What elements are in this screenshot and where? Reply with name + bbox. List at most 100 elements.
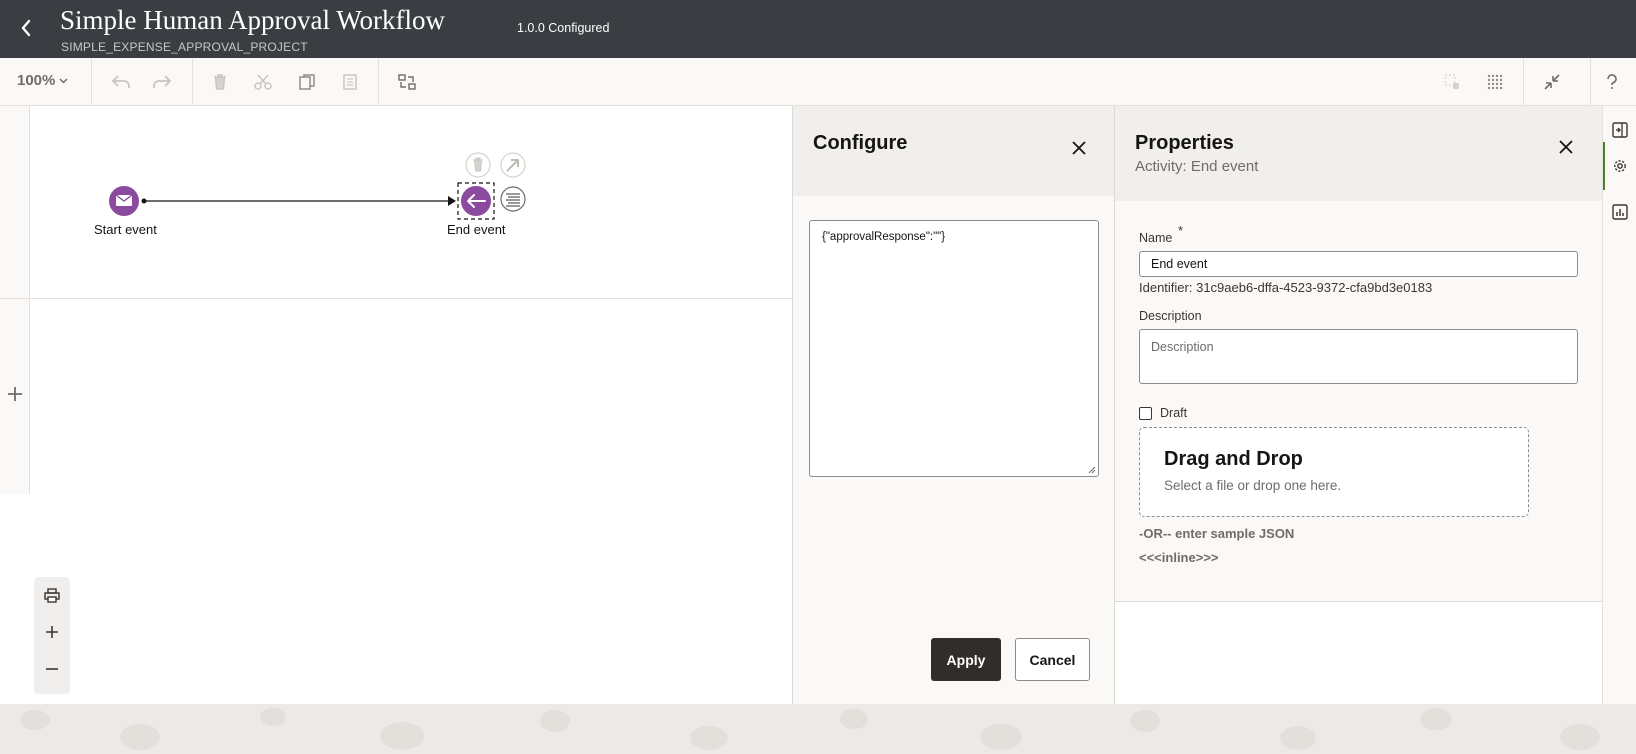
configure-panel: Configure {"approvalResponse":""} Apply … (792, 106, 1115, 704)
page-title: Simple Human Approval Workflow (60, 5, 446, 35)
envelope-icon (115, 194, 133, 206)
zoom-out-button[interactable] (42, 659, 62, 679)
flow-arrowhead (448, 196, 456, 206)
identifier-text: Identifier: 31c9aeb6-dffa-4523-9372-cfa9… (1139, 280, 1433, 295)
version-status: 1.0.0 Configured (517, 21, 610, 35)
toolbar-divider (192, 58, 193, 106)
chevron-left-icon (21, 19, 31, 37)
layout-button[interactable] (395, 70, 419, 94)
end-event-label: End event (447, 222, 506, 237)
footer-decoration (380, 722, 424, 750)
footer-pattern (0, 704, 1636, 754)
properties-header: Properties Activity: End event (1115, 106, 1603, 201)
panel-icon (1612, 122, 1628, 138)
checkbox-icon (1139, 406, 1152, 420)
configure-header: Configure (793, 106, 1115, 196)
toolbar-divider (1590, 58, 1591, 106)
zoom-out-icon (46, 668, 58, 670)
toolbar-divider (1523, 58, 1524, 106)
footer-decoration (980, 724, 1022, 750)
dropzone-subtitle: Select a file or drop one here. (1164, 478, 1342, 493)
node-menu-button[interactable] (500, 186, 526, 212)
properties-close-button[interactable] (1556, 137, 1576, 157)
end-event-node[interactable] (461, 186, 491, 216)
layout-icon (398, 74, 416, 90)
properties-panel: Properties Activity: End event Name * Id… (1114, 106, 1603, 704)
footer-decoration (260, 708, 286, 726)
footer-decoration (1420, 708, 1452, 730)
collapse-button[interactable] (1540, 70, 1564, 94)
help-button[interactable] (1600, 70, 1624, 94)
start-event-label: Start event (94, 222, 157, 237)
right-rail (1602, 106, 1636, 704)
grid-icon (1487, 74, 1503, 90)
zoom-select[interactable]: 100% (17, 72, 68, 89)
apply-button[interactable]: Apply (931, 638, 1001, 681)
zoom-in-button[interactable] (42, 622, 62, 642)
back-button[interactable] (14, 14, 38, 42)
paste-icon (343, 74, 357, 90)
delete-button[interactable] (208, 70, 232, 94)
draft-label: Draft (1160, 406, 1188, 420)
copy-button[interactable] (295, 70, 319, 94)
cut-icon (254, 74, 272, 90)
cancel-button[interactable]: Cancel (1015, 638, 1090, 681)
description-field[interactable] (1139, 329, 1578, 384)
project-name: SIMPLE_EXPENSE_APPROVAL_PROJECT (61, 40, 308, 54)
toolbar: 100% (0, 58, 1636, 106)
print-button[interactable] (42, 585, 62, 605)
chevron-down-icon (59, 77, 68, 84)
dropzone-title: Drag and Drop (1164, 448, 1303, 470)
footer-decoration (120, 724, 160, 750)
cut-button[interactable] (251, 70, 275, 94)
redo-icon (153, 75, 171, 88)
close-icon (1072, 141, 1086, 155)
footer-decoration (690, 726, 728, 750)
file-dropzone[interactable]: Drag and Drop Select a file or drop one … (1139, 427, 1529, 517)
resize-handle-icon[interactable] (1086, 464, 1096, 474)
properties-form: Name * Identifier: 31c9aeb6-dffa-4523-93… (1115, 201, 1603, 602)
node-connect-button[interactable] (500, 152, 526, 178)
zoom-value: 100% (17, 72, 56, 89)
gear-icon (1614, 160, 1626, 172)
print-icon (44, 587, 60, 603)
configure-close-button[interactable] (1069, 138, 1089, 158)
app-header: Simple Human Approval Workflow SIMPLE_EX… (0, 0, 1636, 58)
required-indicator: * (1178, 223, 1184, 238)
flow-diagram (109, 152, 526, 220)
configure-title: Configure (813, 132, 908, 154)
grid-button[interactable] (1483, 70, 1507, 94)
toolbar-divider (378, 58, 379, 106)
footer-decoration (1280, 726, 1316, 750)
name-label: Name (1139, 231, 1173, 245)
footer-decoration (1560, 724, 1600, 750)
rail-chart-button[interactable] (1603, 188, 1636, 236)
name-field[interactable] (1139, 251, 1578, 277)
collapse-icon (1544, 74, 1560, 90)
process-canvas[interactable]: Start event End event (0, 106, 792, 704)
close-icon (1559, 140, 1573, 154)
draft-checkbox[interactable]: Draft (1139, 406, 1187, 420)
json-editor[interactable]: {"approvalResponse":""} (809, 220, 1099, 477)
copy-icon (299, 74, 315, 90)
footer-decoration (840, 709, 868, 729)
footer-decoration (1130, 710, 1160, 732)
undo-button[interactable] (109, 70, 133, 94)
toolbar-divider (91, 58, 92, 106)
node-delete-button[interactable] (465, 152, 491, 178)
undo-icon (112, 75, 130, 88)
lock-button[interactable] (1440, 70, 1464, 94)
paste-button[interactable] (338, 70, 362, 94)
sample-json-hint: -OR-- enter sample JSON (1139, 526, 1295, 541)
inline-json-link[interactable]: <<<inline>>> (1139, 550, 1219, 565)
footer-decoration (540, 710, 570, 732)
lock-icon (1444, 74, 1459, 89)
redo-button[interactable] (150, 70, 174, 94)
chart-icon (1612, 204, 1628, 220)
properties-title: Properties (1135, 132, 1234, 154)
zoom-controls (34, 577, 70, 694)
rail-settings-button[interactable] (1603, 142, 1636, 190)
footer-decoration (20, 710, 50, 730)
description-label: Description (1139, 309, 1202, 323)
start-event-node[interactable] (109, 186, 139, 216)
